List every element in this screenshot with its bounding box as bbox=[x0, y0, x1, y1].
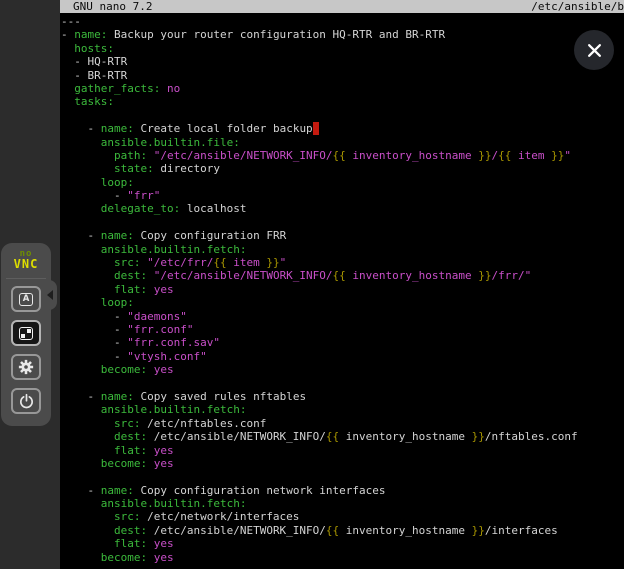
code-line: src: /etc/nftables.conf bbox=[61, 417, 624, 430]
code-line: loop: bbox=[61, 296, 624, 309]
code-line: become: yes bbox=[61, 551, 624, 564]
code-line: tasks: bbox=[61, 95, 624, 108]
keyboard-button[interactable]: A bbox=[11, 286, 41, 312]
code-line: become: yes bbox=[61, 363, 624, 376]
code-line: path: "/etc/ansible/NETWORK_INFO/{{ inve… bbox=[61, 149, 624, 162]
code-line: - name: Backup your router configuration… bbox=[61, 28, 624, 41]
power-button[interactable] bbox=[11, 388, 41, 414]
control-bar-handle[interactable] bbox=[42, 280, 57, 310]
gear-icon bbox=[17, 358, 35, 376]
code-line: ansible.builtin.fetch: bbox=[61, 403, 624, 416]
code-line: dest: /etc/ansible/NETWORK_INFO/{{ inven… bbox=[61, 524, 624, 537]
keyboard-a-icon: A bbox=[19, 293, 33, 306]
code-line bbox=[61, 216, 624, 229]
code-line: src: "/etc/frr/{{ item }}" bbox=[61, 256, 624, 269]
close-icon bbox=[587, 43, 602, 58]
close-button[interactable] bbox=[574, 30, 614, 70]
code-line: - "frr" bbox=[61, 189, 624, 202]
code-line: dest: "/etc/ansible/NETWORK_INFO/{{ inve… bbox=[61, 269, 624, 282]
code-line: flat: yes bbox=[61, 537, 624, 550]
code-line: - HQ-RTR bbox=[61, 55, 624, 68]
fullscreen-icon bbox=[19, 327, 33, 340]
code-line: hosts: bbox=[61, 42, 624, 55]
code-line: state: directory bbox=[61, 162, 624, 175]
code-line: delegate_to: localhost bbox=[61, 202, 624, 215]
code-line: - "vtysh.conf" bbox=[61, 350, 624, 363]
nano-file-path: /etc/ansible/b bbox=[531, 0, 624, 13]
code-line: ansible.builtin.fetch: bbox=[61, 243, 624, 256]
code-line: become: yes bbox=[61, 457, 624, 470]
code-line: --- bbox=[61, 15, 624, 28]
code-line: - "daemons" bbox=[61, 310, 624, 323]
vnc-control-strip: no VNC A bbox=[0, 0, 60, 569]
code-line: - name: Copy configuration network inter… bbox=[61, 484, 624, 497]
code-line: gather_facts: no bbox=[61, 82, 624, 95]
code-line: - "frr.conf" bbox=[61, 323, 624, 336]
editor-lines[interactable]: ---- name: Backup your router configurat… bbox=[60, 13, 624, 564]
code-line: - BR-RTR bbox=[61, 69, 624, 82]
code-line: dest: /etc/ansible/NETWORK_INFO/{{ inven… bbox=[61, 430, 624, 443]
settings-button[interactable] bbox=[11, 354, 41, 380]
nano-titlebar: GNU nano 7.2 /etc/ansible/b bbox=[60, 0, 624, 13]
novnc-logo-vnc: VNC bbox=[0, 259, 52, 269]
code-line: - "frr.conf.sav" bbox=[61, 336, 624, 349]
terminal-window: GNU nano 7.2 /etc/ansible/b ---- name: B… bbox=[60, 0, 624, 569]
code-line: flat: yes bbox=[61, 444, 624, 457]
panel-divider bbox=[6, 278, 46, 279]
code-line: - name: Copy configuration FRR bbox=[61, 229, 624, 242]
code-line: - name: Create local folder backup bbox=[61, 122, 624, 135]
code-line: ansible.builtin.fetch: bbox=[61, 497, 624, 510]
code-line bbox=[61, 109, 624, 122]
fullscreen-button[interactable] bbox=[11, 320, 41, 346]
power-icon bbox=[18, 393, 35, 410]
code-line: ansible.builtin.file: bbox=[61, 136, 624, 149]
code-line bbox=[61, 470, 624, 483]
code-line bbox=[61, 377, 624, 390]
code-line: - name: Copy saved rules nftables bbox=[61, 390, 624, 403]
collapse-arrow-icon bbox=[47, 290, 53, 300]
nano-app-title: GNU nano 7.2 bbox=[60, 0, 152, 13]
novnc-logo: no VNC bbox=[0, 249, 52, 269]
code-line: src: /etc/network/interfaces bbox=[61, 510, 624, 523]
code-line: flat: yes bbox=[61, 283, 624, 296]
code-line: loop: bbox=[61, 176, 624, 189]
